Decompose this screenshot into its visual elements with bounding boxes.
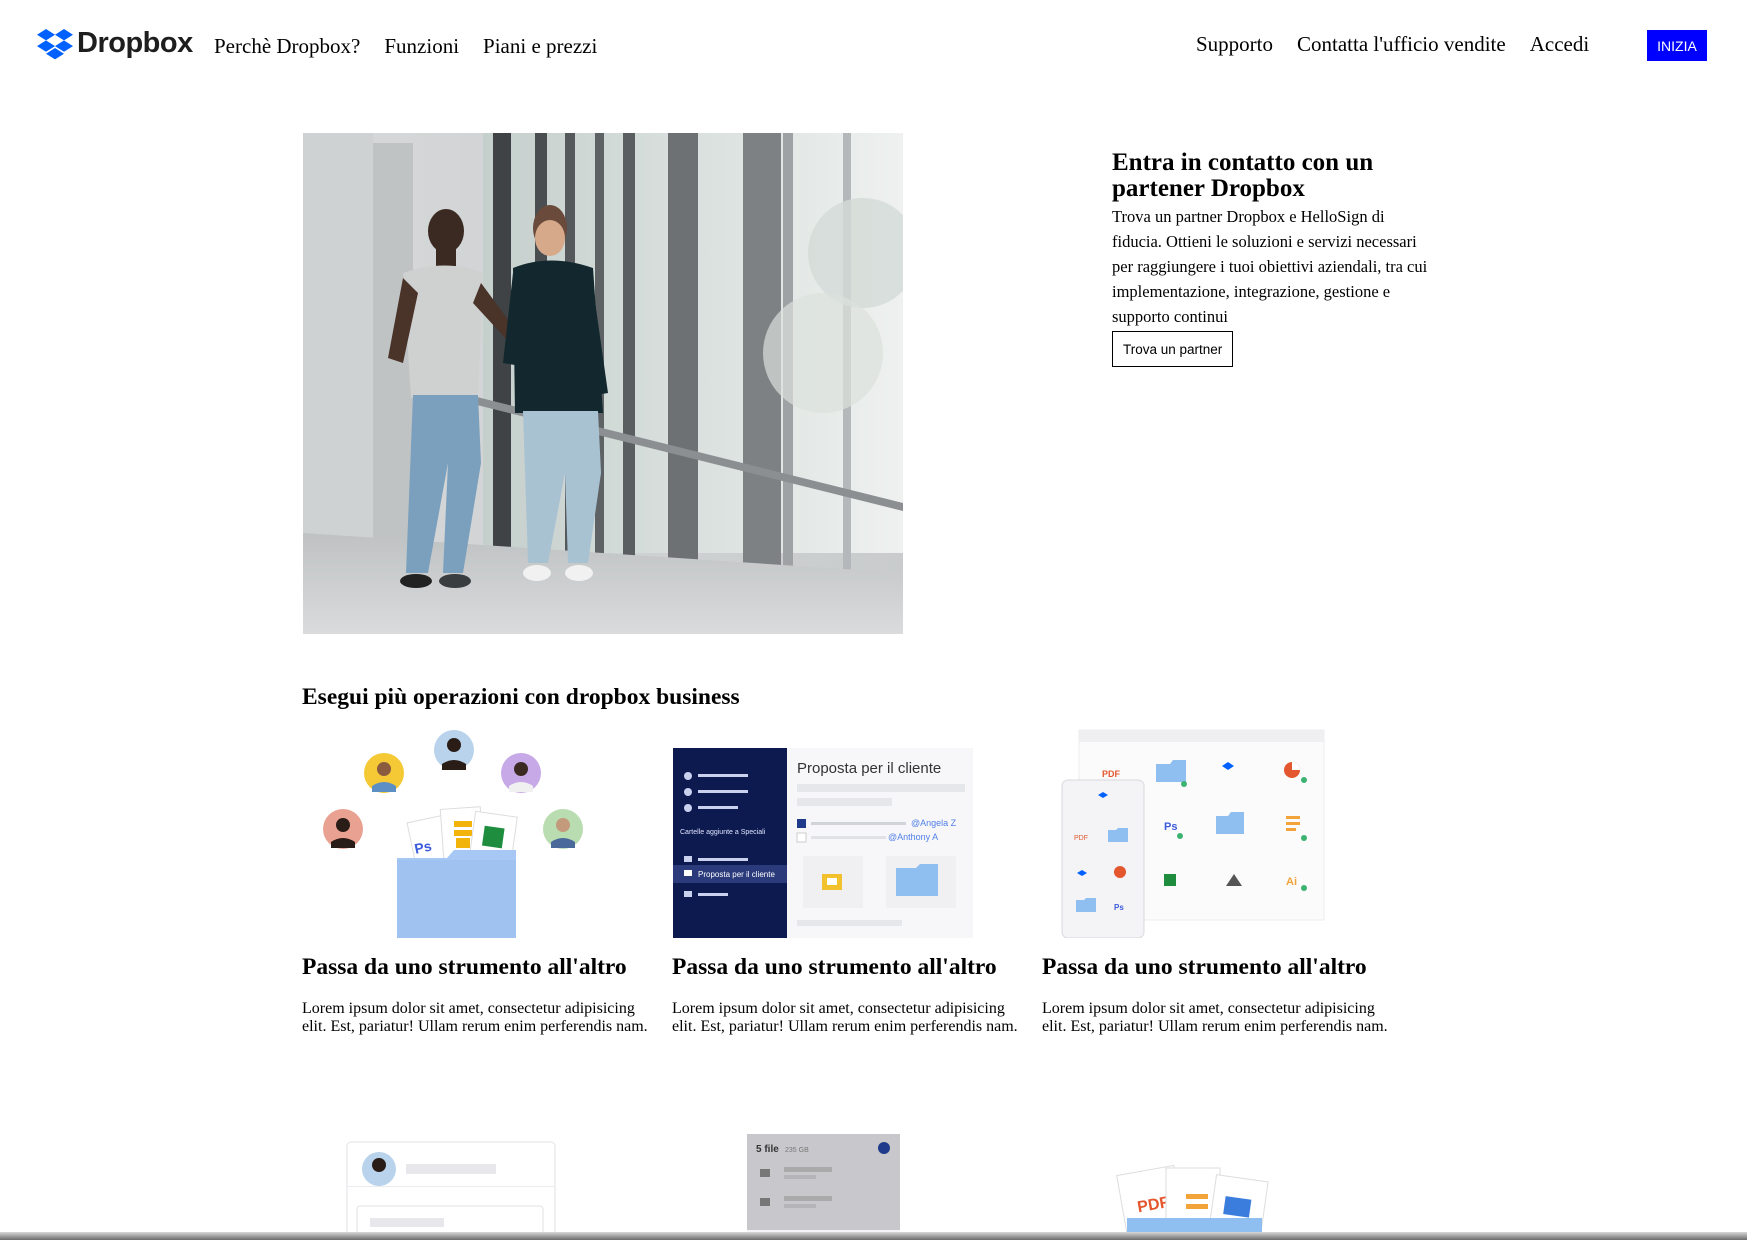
section-title: Esegui più operazioni con dropbox busine… [302,684,740,710]
nav-link-supporto[interactable]: Supporto [1196,32,1273,57]
sidebar-selected-label: Proposta per il cliente [698,870,775,879]
comment-illustration [346,1141,556,1241]
nav-link-perche-dropbox[interactable]: Perchè Dropbox? [214,34,360,59]
trova-partner-button[interactable]: Trova un partner [1112,331,1234,367]
hero-description: Trova un partner Dropbox e HelloSign di … [1112,207,1428,326]
mention-2: @Anthony A [888,832,938,842]
client-proposal-illustration: Cartelle aggiunte a Speciali Proposta pe… [672,728,1032,938]
card-title: Passa da uno strumento all'altro [1042,954,1367,980]
nav-link-contatta-vendite[interactable]: Contatta l'ufficio vendite [1297,32,1506,57]
team-folder-illustration: Ps [302,728,662,938]
file-label-ps: Ps [1164,821,1177,833]
card-title: Passa da uno strumento all'altro [302,954,627,980]
sidebar-section-label: Cartelle aggiunte a Speciali [680,829,766,836]
file-size: 235 GB [785,1147,809,1154]
file-count: 5 file [756,1144,779,1155]
top-navigation: Dropbox Perchè Dropbox? Funzioni Piani e… [0,0,1747,90]
pdf-folder-illustration: PDF [1116,1164,1269,1244]
mockup-title: Proposta per il cliente [797,760,941,777]
file-grid-illustration: PDF Ps Ai PDF Ps [1042,728,1402,939]
card-description: Lorem ipsum dolor sit amet, consectetur … [302,1000,648,1035]
svg-text:Ps: Ps [1114,903,1124,912]
hero-content: Entra in contatto con un partener Dropbo… [1112,150,1432,367]
file-label-ai: Ai [1286,876,1297,888]
inizia-button[interactable]: INIZIA [1647,30,1707,61]
feature-card: PDF Ps Ai PDF Ps Passa da uno strumento … [1042,728,1402,1036]
feature-card: Ps Passa da uno strumento all'altro Lore… [302,728,662,1036]
secondary-nav: Supporto Contatta l'ufficio vendite Acce… [1196,32,1589,57]
phone-file-label-pdf: PDF [1074,835,1088,842]
more-features-row: 5 file 235 GB PDF [0,1128,1747,1244]
nav-link-accedi[interactable]: Accedi [1530,32,1589,57]
hero-photo [303,133,903,634]
card-title: Passa da uno strumento all'altro [672,954,997,980]
card-description: Lorem ipsum dolor sit amet, consectetur … [672,1000,1018,1035]
nav-link-piani-prezzi[interactable]: Piani e prezzi [483,34,597,59]
feature-card: Cartelle aggiunte a Speciali Proposta pe… [672,728,1032,1036]
dropbox-box-icon [37,28,73,59]
nav-link-funzioni[interactable]: Funzioni [384,34,459,59]
brand-name: Dropbox [77,27,193,59]
page-bottom-edge [0,1232,1747,1240]
card-description: Lorem ipsum dolor sit amet, consectetur … [1042,1000,1388,1035]
file-label-pdf: PDF [1102,769,1121,779]
file-list-illustration: 5 file 235 GB [747,1134,900,1240]
primary-nav: Perchè Dropbox? Funzioni Piani e prezzi [214,34,597,59]
hero-title: Entra in contatto con un partener Dropbo… [1112,149,1374,202]
dropbox-logo[interactable]: Dropbox [37,27,193,60]
mention-1: @Angela Z [911,818,957,828]
